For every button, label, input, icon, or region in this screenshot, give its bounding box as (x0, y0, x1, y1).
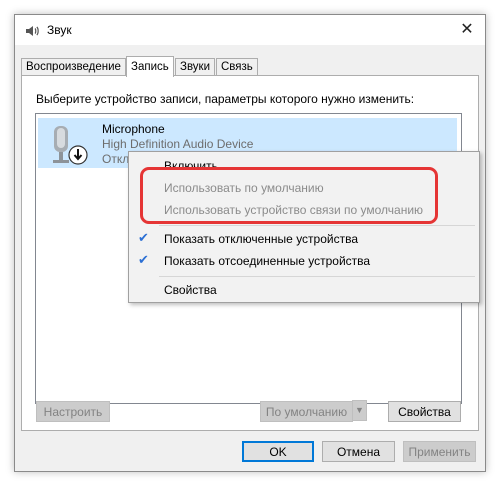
menu-item-label: Свойства (164, 283, 217, 297)
highlight-annotation (140, 167, 438, 224)
menu-item-properties[interactable]: Свойства (129, 279, 479, 301)
menu-item-label: Показать отключенные устройства (164, 232, 359, 246)
close-icon: ✕ (460, 21, 474, 38)
tab-communications[interactable]: Связь (216, 58, 258, 76)
window-title: Звук (47, 23, 72, 37)
title-bar: Звук ✕ (15, 15, 485, 45)
menu-item-show-disabled[interactable]: ✔ Показать отключенные устройства (129, 228, 479, 250)
speaker-icon (26, 26, 39, 36)
device-name: Microphone (102, 122, 165, 136)
set-default-button[interactable]: По умолчанию (260, 401, 353, 422)
device-description: High Definition Audio Device (102, 137, 254, 151)
tab-sounds[interactable]: Звуки (175, 58, 216, 76)
close-button[interactable]: ✕ (449, 15, 485, 45)
tab-recording[interactable]: Запись (126, 56, 174, 77)
cancel-button[interactable]: Отмена (322, 441, 395, 462)
properties-button[interactable]: Свойства (388, 401, 461, 422)
set-default-dropdown-arrow[interactable]: ▼ (352, 400, 367, 421)
checkmark-icon: ✔ (138, 230, 149, 245)
microphone-icon (53, 126, 88, 165)
menu-separator (159, 225, 475, 226)
checkmark-icon: ✔ (138, 252, 149, 267)
apply-button[interactable]: Применить (403, 441, 476, 462)
chevron-down-icon: ▼ (355, 405, 364, 415)
ok-button[interactable]: OK (242, 441, 314, 462)
tab-playback[interactable]: Воспроизведение (21, 58, 126, 76)
menu-item-label: Показать отсоединенные устройства (164, 254, 371, 268)
instruction-text: Выберите устройство записи, параметры ко… (36, 92, 415, 106)
menu-separator (159, 276, 475, 277)
menu-item-show-disconnected[interactable]: ✔ Показать отсоединенные устройства (129, 250, 479, 272)
configure-button[interactable]: Настроить (36, 401, 110, 422)
